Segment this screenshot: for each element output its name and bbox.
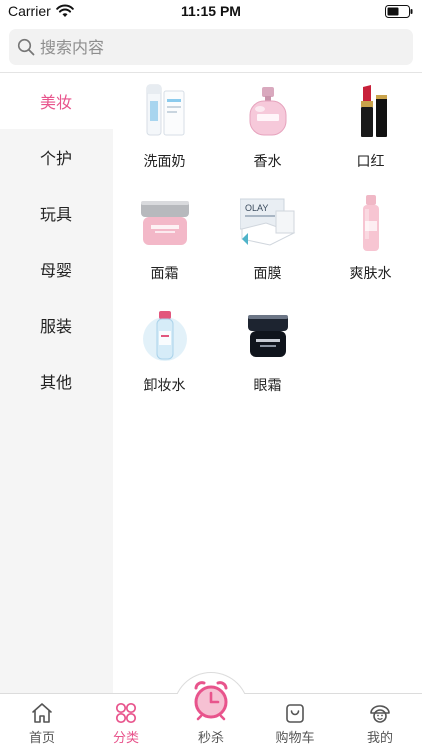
tab-home[interactable]: 首页 — [0, 693, 84, 750]
lipstick-icon — [361, 85, 387, 137]
product-item[interactable]: 面霜 — [113, 185, 216, 297]
profile-icon — [370, 705, 390, 723]
perfume-icon — [249, 87, 287, 136]
tab-category[interactable]: 分类 — [84, 693, 168, 750]
product-name: 爽肤水 — [349, 266, 392, 282]
product-name: 口红 — [356, 154, 385, 170]
category-item-mother-baby[interactable]: 母婴 — [0, 241, 113, 297]
tab-label: 首页 — [28, 731, 55, 746]
search-icon — [17, 38, 35, 56]
search-bar[interactable] — [9, 29, 413, 65]
tab-label: 秒杀 — [197, 731, 224, 746]
product-item[interactable]: 洗面奶 — [113, 73, 216, 185]
category-item-toys[interactable]: 玩具 — [0, 185, 113, 241]
tab-profile[interactable]: 我的 — [338, 693, 422, 750]
tab-label: 我的 — [366, 731, 393, 746]
status-bar: Carrier 11:15 PM — [0, 0, 422, 24]
tab-label: 分类 — [112, 731, 139, 746]
tab-flash-sale[interactable]: 秒杀 — [169, 681, 253, 750]
category-icon — [115, 702, 137, 724]
product-name: 香水 — [253, 154, 282, 170]
product-item[interactable]: 爽肤水 — [319, 185, 422, 297]
battery-icon — [385, 5, 413, 18]
product-item[interactable]: OLAY 面膜 — [216, 185, 319, 297]
toner-icon — [363, 195, 379, 251]
face-cream-icon — [141, 201, 189, 245]
product-name: 面膜 — [253, 266, 282, 282]
product-name: 洗面奶 — [143, 154, 186, 170]
product-brand-label: OLAY — [245, 203, 268, 213]
product-name: 面霜 — [150, 266, 179, 282]
product-name: 眼霜 — [253, 378, 282, 394]
category-sidebar: 美妆 个护 玩具 母婴 服装 其他 — [0, 73, 113, 693]
face-mask-icon: OLAY — [240, 198, 296, 246]
home-icon — [32, 703, 52, 723]
category-item-makeup[interactable]: 美妆 — [0, 73, 113, 129]
clock-time: 11:15 PM — [181, 3, 241, 19]
eye-cream-icon — [248, 315, 288, 357]
product-item[interactable]: 眼霜 — [216, 297, 319, 409]
cleanser-icon — [146, 84, 185, 136]
category-item-personal-care[interactable]: 个护 — [0, 129, 113, 185]
makeup-remover-icon — [143, 311, 187, 361]
alarm-clock-icon — [194, 681, 228, 721]
product-name: 卸妆水 — [143, 378, 186, 394]
shopping-bag-icon — [286, 704, 304, 723]
category-item-clothing[interactable]: 服装 — [0, 297, 113, 353]
product-item[interactable]: 卸妆水 — [113, 297, 216, 409]
product-item[interactable]: 口红 — [319, 73, 422, 185]
product-item[interactable]: 香水 — [216, 73, 319, 185]
tab-label: 购物车 — [275, 731, 315, 746]
tab-cart[interactable]: 购物车 — [253, 693, 337, 750]
search-input[interactable] — [40, 29, 400, 65]
category-item-other[interactable]: 其他 — [0, 353, 113, 409]
